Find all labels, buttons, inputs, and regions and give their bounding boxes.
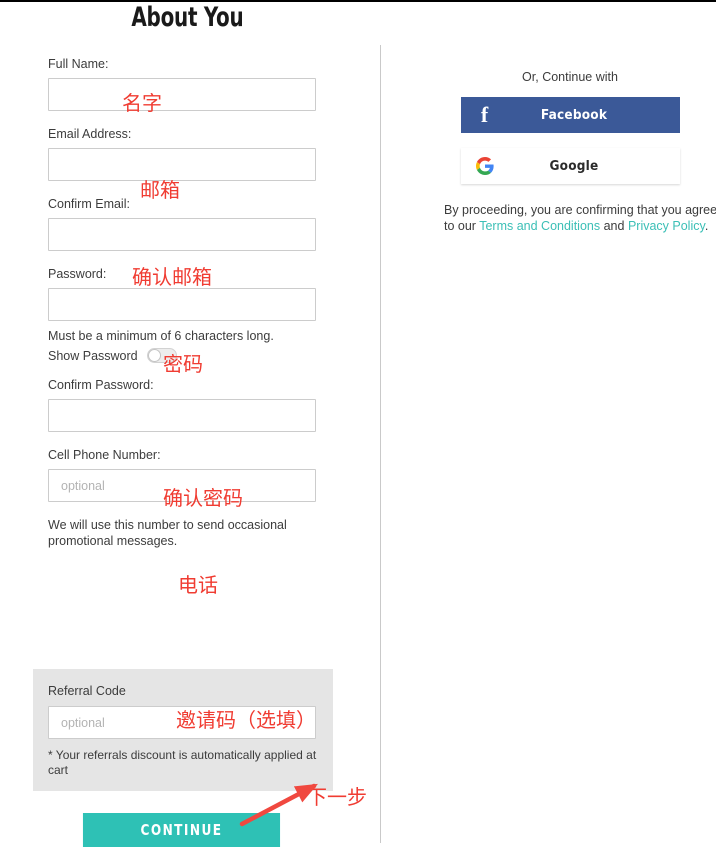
- google-login-button[interactable]: Google: [460, 148, 680, 184]
- or-continue-heading: Or, Continue with: [522, 70, 618, 84]
- terms-middle: to our: [444, 219, 480, 233]
- field-email: Email Address:: [48, 126, 316, 181]
- column-divider: [380, 45, 381, 843]
- facebook-login-button[interactable]: f Facebook: [460, 97, 680, 133]
- label-cell-phone: Cell Phone Number:: [48, 448, 161, 462]
- terms-prefix: By proceeding, you are confirming that y…: [444, 203, 716, 217]
- google-g-icon: [461, 157, 509, 175]
- referral-panel: Referral Code * Your referrals discount …: [33, 669, 333, 791]
- confirm-password-input[interactable]: [48, 399, 316, 432]
- full-name-input[interactable]: [48, 78, 316, 111]
- email-input[interactable]: [48, 148, 316, 181]
- referral-note: * Your referrals discount is automatical…: [48, 748, 317, 777]
- label-full-name: Full Name:: [48, 57, 109, 71]
- terms-suffix: .: [704, 219, 709, 233]
- label-referral-code: Referral Code: [48, 684, 126, 698]
- facebook-f-icon: f: [480, 102, 489, 127]
- show-password-toggle[interactable]: [146, 348, 177, 363]
- signup-form: Full Name: Email Address: Confirm Email:…: [48, 56, 316, 553]
- terms-conjunction: and: [600, 219, 628, 233]
- referral-code-input[interactable]: [48, 706, 316, 739]
- label-password: Password:: [48, 267, 107, 281]
- field-full-name: Full Name:: [48, 56, 316, 111]
- field-confirm-email: Confirm Email:: [48, 196, 316, 251]
- privacy-policy-link[interactable]: Privacy Policy: [628, 219, 705, 233]
- label-email: Email Address:: [48, 127, 132, 141]
- continue-button[interactable]: CONTINUE: [82, 813, 281, 847]
- terms-disclaimer: By proceeding, you are confirming that y…: [444, 202, 716, 234]
- label-confirm-password: Confirm Password:: [48, 378, 154, 392]
- toggle-knob-icon: [147, 349, 161, 362]
- field-cell-phone: Cell Phone Number:: [48, 447, 316, 502]
- terms-and-conditions-link[interactable]: Terms and Conditions: [479, 219, 600, 233]
- show-password-label: Show Password: [48, 348, 138, 363]
- phone-helper-text: We will use this number to send occasion…: [48, 518, 287, 548]
- google-login-label: Google: [549, 158, 599, 174]
- cell-phone-input[interactable]: [48, 469, 316, 502]
- field-confirm-password: Confirm Password:: [48, 377, 316, 432]
- facebook-login-label: Facebook: [540, 107, 608, 123]
- social-login-panel: Or, Continue with f Facebook Google By p…: [444, 70, 716, 234]
- confirm-email-input[interactable]: [48, 218, 316, 251]
- label-confirm-email: Confirm Email:: [48, 197, 130, 211]
- password-helper-text: Must be a minimum of 6 characters long.: [48, 329, 274, 343]
- page-title: About You: [131, 2, 244, 33]
- show-password-row[interactable]: Show Password: [48, 348, 316, 363]
- field-password: Password:: [48, 266, 316, 321]
- annotation-phone: 电话: [178, 573, 218, 597]
- password-input[interactable]: [48, 288, 316, 321]
